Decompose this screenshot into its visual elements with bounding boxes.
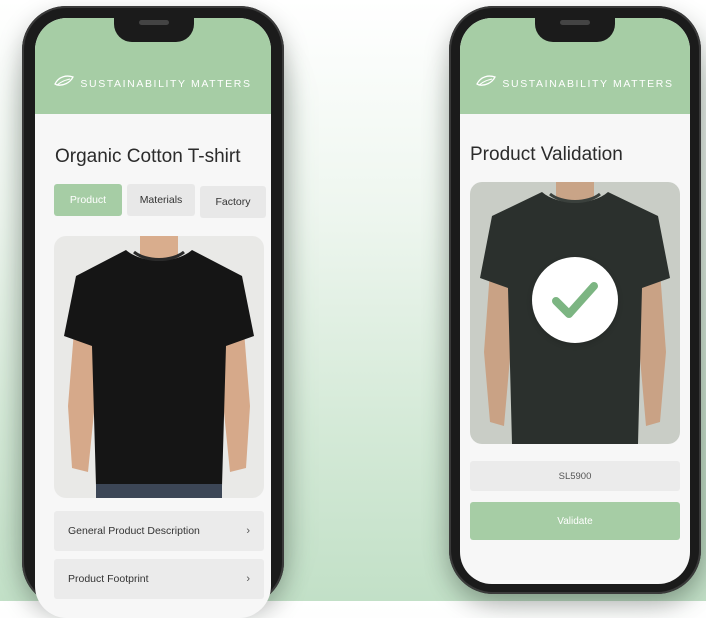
right-phone: SUSTAINABILITY MATTERS Product Validatio… (449, 6, 701, 594)
checkmark-icon (532, 257, 618, 343)
product-image (54, 236, 264, 498)
brand-name: SUSTAINABILITY MATTERS (80, 78, 252, 90)
tab-product[interactable]: Product (54, 184, 122, 216)
leaf-logo-icon (476, 75, 497, 90)
product-code-input[interactable]: SL5900 (470, 461, 680, 491)
brand-name: SUSTAINABILITY MATTERS (502, 78, 674, 90)
product-footprint-row[interactable]: Product Footprint › (54, 559, 264, 599)
left-phone-screen: SUSTAINABILITY MATTERS Organic Cotton T-… (35, 18, 271, 618)
tab-materials[interactable]: Materials (127, 184, 195, 216)
product-image (470, 182, 680, 444)
phone-speaker (139, 20, 169, 25)
page-title: Organic Cotton T-shirt (55, 146, 241, 167)
general-description-row[interactable]: General Product Description › (54, 511, 264, 551)
validate-button[interactable]: Validate (470, 502, 680, 540)
left-phone: SUSTAINABILITY MATTERS Organic Cotton T-… (22, 6, 284, 618)
leaf-logo-icon (54, 75, 75, 90)
chevron-right-icon: › (246, 573, 250, 585)
chevron-right-icon: › (246, 525, 250, 537)
product-footprint-label: Product Footprint (68, 573, 149, 585)
page-title: Product Validation (470, 144, 623, 165)
general-description-label: General Product Description (68, 525, 200, 537)
phone-speaker (560, 20, 590, 25)
right-phone-screen: SUSTAINABILITY MATTERS Product Validatio… (460, 18, 690, 584)
tab-factory[interactable]: Factory (200, 186, 266, 218)
